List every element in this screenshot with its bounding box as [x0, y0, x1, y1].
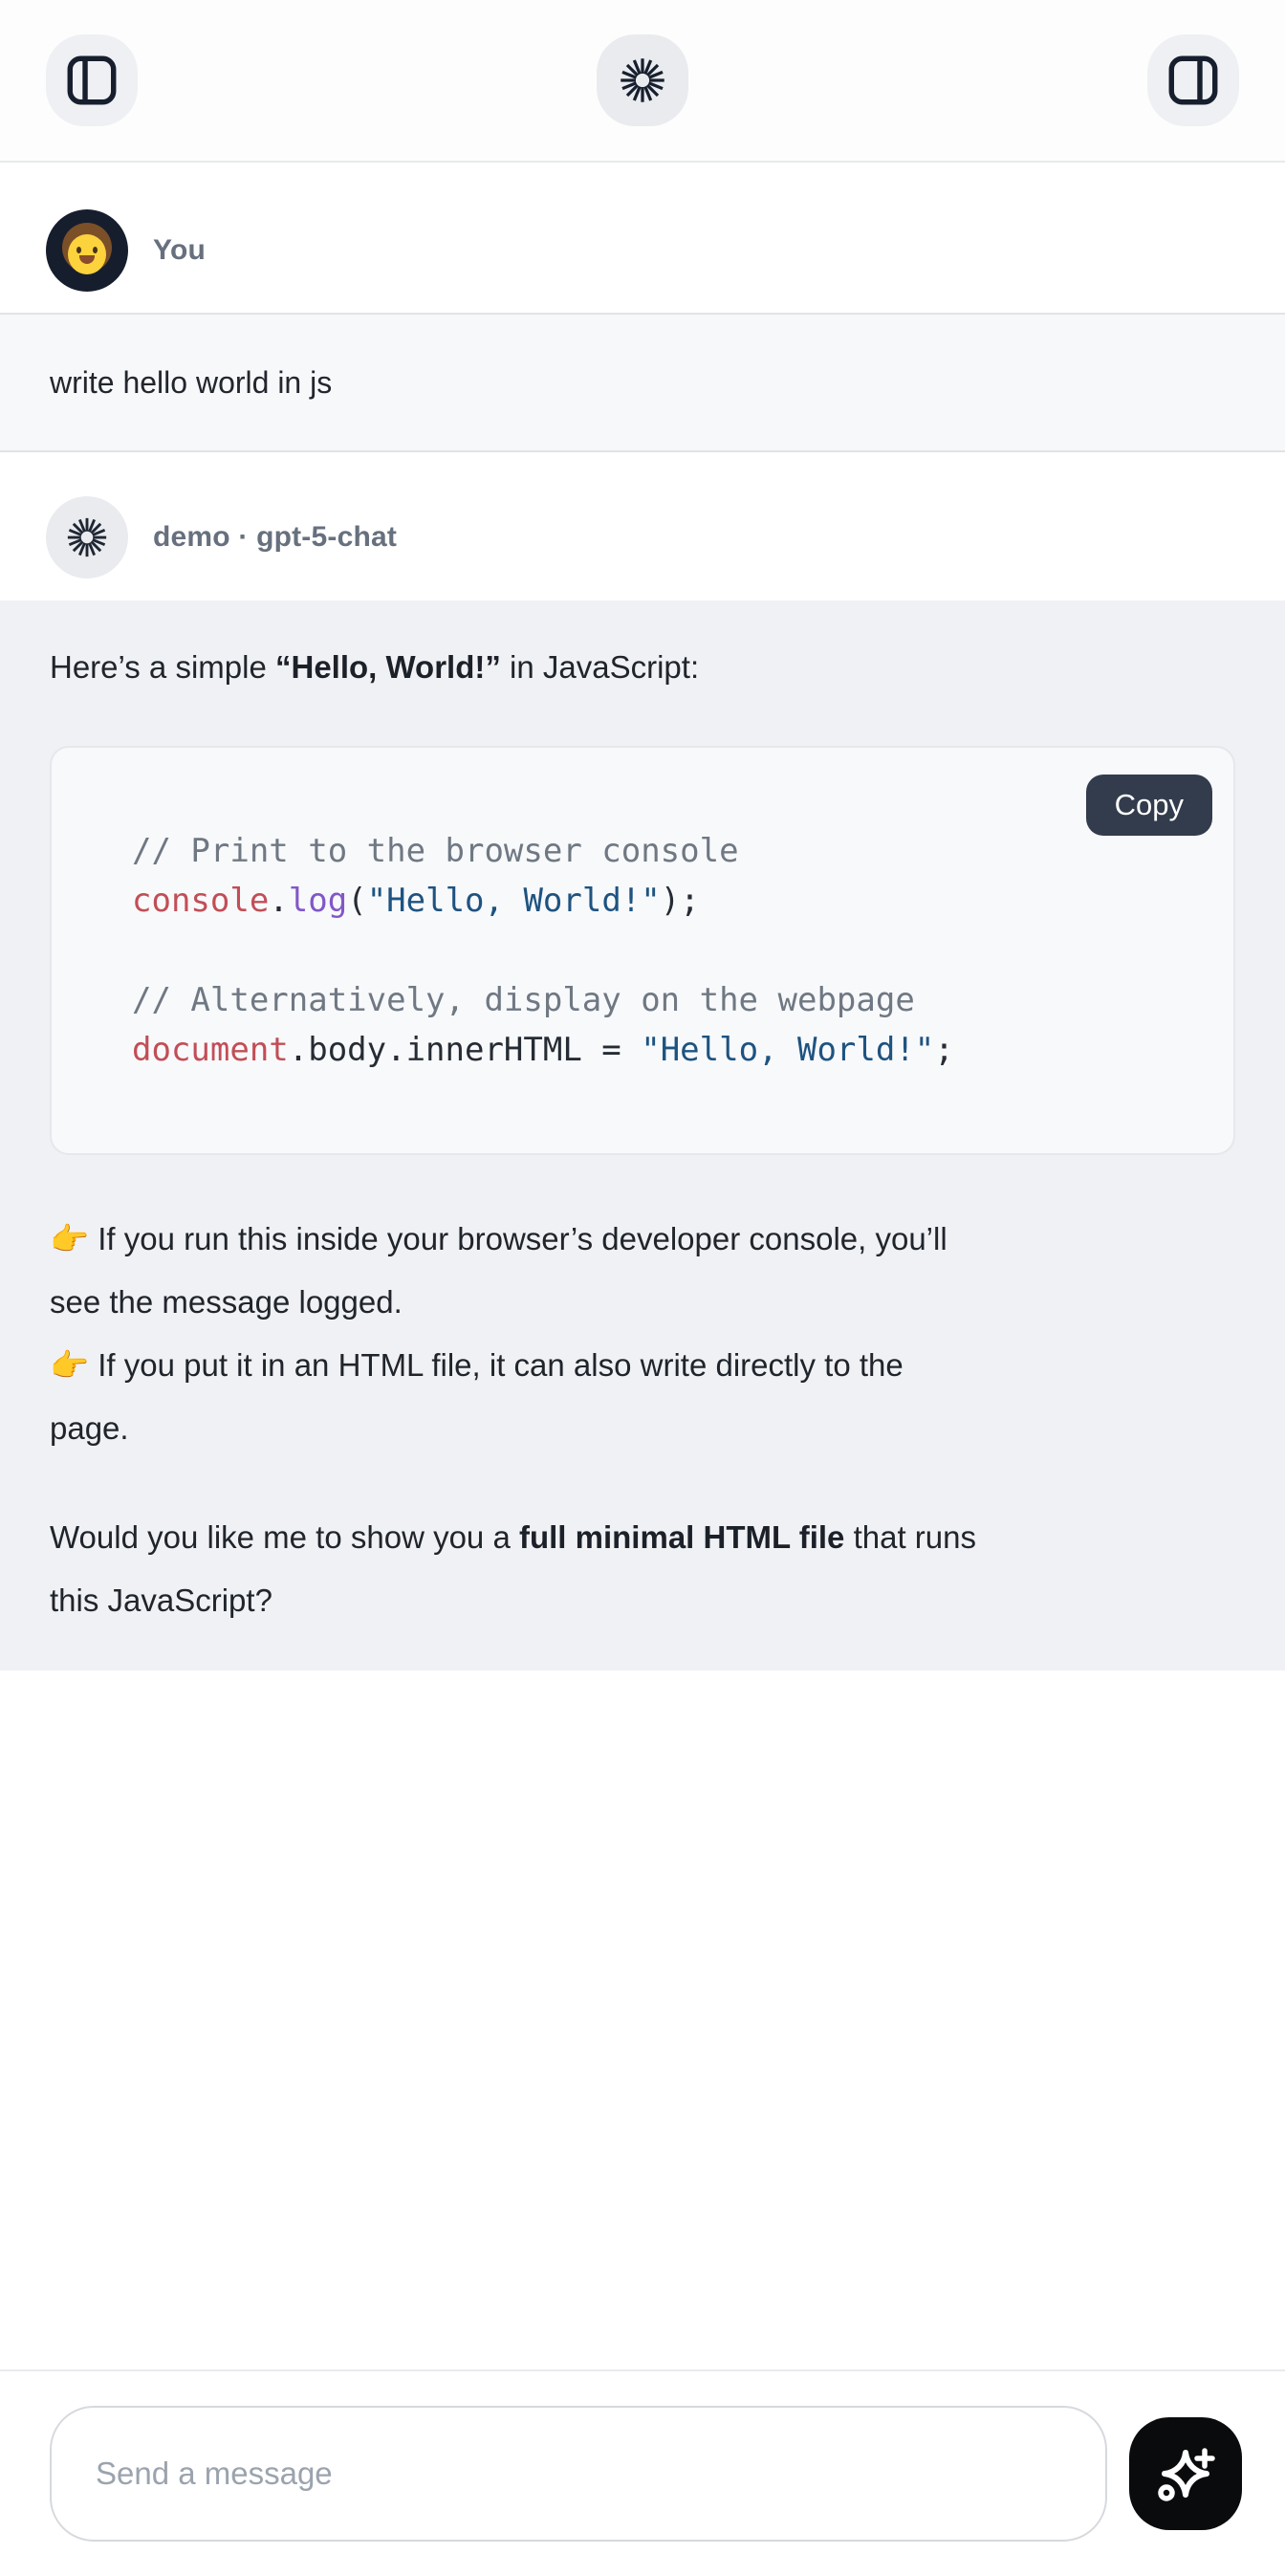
composer — [0, 2369, 1285, 2576]
user-sender-label: You — [153, 234, 206, 267]
code-block: Copy // Print to the browser console con… — [50, 746, 1235, 1155]
copy-button[interactable]: Copy — [1086, 775, 1212, 836]
intro-paragraph: Here’s a simple “Hello, World!” in JavaS… — [50, 645, 1235, 689]
empty-chat-space — [0, 1670, 1285, 2369]
chat-app: You write hello world in js demo · gpt-5… — [0, 0, 1285, 2576]
panel-toggle-button[interactable] — [1147, 34, 1239, 126]
followup-paragraph: Would you like me to show you a full min… — [50, 1506, 1235, 1632]
send-button[interactable] — [1129, 2417, 1242, 2530]
panel-right-icon — [1164, 51, 1223, 110]
brand-logo — [597, 34, 688, 126]
sidebar-toggle-button[interactable] — [46, 34, 138, 126]
user-message-bubble: write hello world in js — [0, 313, 1285, 452]
user-message-text: write hello world in js — [50, 365, 332, 401]
followup-text-bold: full minimal HTML file — [519, 1519, 844, 1555]
assistant-message-header: demo · gpt-5-chat — [0, 452, 1285, 600]
assistant-message-body: Here’s a simple “Hello, World!” in JavaS… — [0, 600, 1285, 1670]
user-avatar — [46, 209, 128, 292]
intro-text-pre: Here’s a simple — [50, 649, 275, 685]
sparkle-icon — [1155, 2443, 1216, 2504]
person-emoji-icon — [59, 223, 115, 278]
intro-text-post: in JavaScript: — [501, 649, 699, 685]
user-message-header: You — [0, 163, 1285, 313]
message-input[interactable] — [50, 2406, 1107, 2542]
assistant-avatar — [46, 496, 128, 579]
tips-paragraph: 👉 If you run this inside your browser’s … — [50, 1208, 1235, 1460]
followup-text-pre: Would you like me to show you a — [50, 1519, 519, 1555]
starburst-icon — [618, 55, 667, 105]
panel-left-icon — [62, 51, 121, 110]
intro-text-bold: “Hello, World!” — [275, 649, 501, 685]
code-content: // Print to the browser console console.… — [52, 748, 1233, 1075]
starburst-icon — [65, 515, 109, 559]
assistant-sender-label: demo · gpt-5-chat — [153, 521, 397, 554]
top-bar — [0, 0, 1285, 163]
